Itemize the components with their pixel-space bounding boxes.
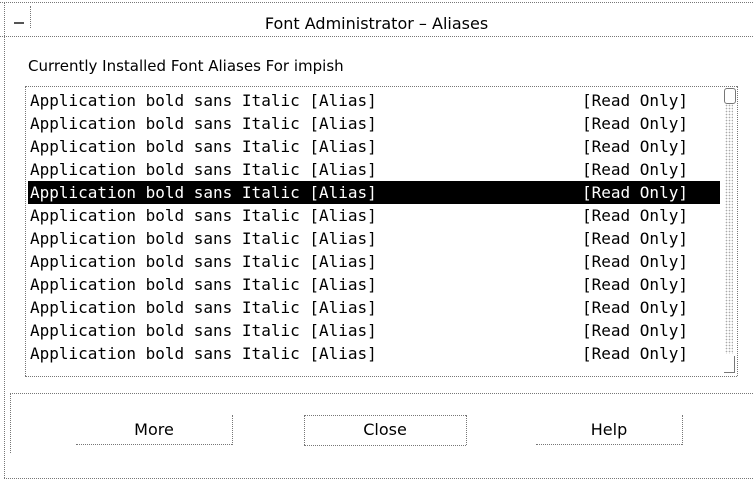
font-alias-status: [Read Only] bbox=[582, 321, 688, 340]
font-alias-row[interactable]: Application bold sans Italic [Alias] [Rea… bbox=[28, 204, 720, 227]
scrollbar-track[interactable] bbox=[725, 104, 733, 354]
font-alias-status: [Read Only] bbox=[582, 229, 688, 248]
list-label: Currently Installed Font Aliases For imp… bbox=[28, 57, 344, 75]
window-bottom-border bbox=[4, 478, 753, 479]
font-alias-row[interactable]: Application bold sans Italic [Alias] [Rea… bbox=[28, 342, 720, 365]
font-alias-status: [Read Only] bbox=[582, 298, 688, 317]
font-alias-row-selected[interactable]: Application bold sans Italic [Alias] [Rea… bbox=[28, 181, 720, 204]
font-alias-row[interactable]: Application bold sans Italic [Alias] [Rea… bbox=[28, 112, 720, 135]
help-button[interactable]: Help bbox=[536, 415, 683, 445]
font-alias-row[interactable]: Application bold sans Italic [Alias] [Rea… bbox=[28, 89, 720, 112]
font-admin-aliases-window: Font Administrator – Aliases Currently I… bbox=[0, 0, 753, 489]
font-alias-name: Application bold sans Italic [Alias] bbox=[30, 183, 377, 202]
font-alias-name: Application bold sans Italic [Alias] bbox=[30, 114, 377, 133]
font-alias-row[interactable]: Application bold sans Italic [Alias] [Rea… bbox=[28, 296, 720, 319]
window-left-border bbox=[4, 2, 5, 478]
close-button[interactable]: Close bbox=[304, 415, 467, 446]
font-alias-row[interactable]: Application bold sans Italic [Alias] [Rea… bbox=[28, 319, 720, 342]
font-alias-status: [Read Only] bbox=[582, 160, 688, 179]
button-area-left-border bbox=[10, 393, 11, 453]
scrollbar-bottom-arrow[interactable] bbox=[724, 356, 735, 373]
font-alias-status: [Read Only] bbox=[582, 91, 688, 110]
font-alias-name: Application bold sans Italic [Alias] bbox=[30, 321, 377, 340]
font-alias-row[interactable]: Application bold sans Italic [Alias] [Rea… bbox=[28, 135, 720, 158]
list-scrollbar[interactable] bbox=[722, 86, 738, 376]
font-alias-name: Application bold sans Italic [Alias] bbox=[30, 91, 377, 110]
font-alias-row[interactable]: Application bold sans Italic [Alias] [Rea… bbox=[28, 273, 720, 296]
font-alias-name: Application bold sans Italic [Alias] bbox=[30, 298, 377, 317]
font-alias-name: Application bold sans Italic [Alias] bbox=[30, 275, 377, 294]
font-alias-name: Application bold sans Italic [Alias] bbox=[30, 252, 377, 271]
font-alias-status: [Read Only] bbox=[582, 275, 688, 294]
font-alias-row[interactable]: Application bold sans Italic [Alias] [Rea… bbox=[28, 158, 720, 181]
font-alias-name: Application bold sans Italic [Alias] bbox=[30, 137, 377, 156]
window-top-border bbox=[0, 2, 753, 3]
more-button-label: More bbox=[134, 420, 174, 439]
font-alias-status: [Read Only] bbox=[582, 114, 688, 133]
font-alias-name: Application bold sans Italic [Alias] bbox=[30, 344, 377, 363]
scrollbar-top-arrow[interactable] bbox=[724, 88, 736, 104]
font-alias-status: [Read Only] bbox=[582, 252, 688, 271]
font-alias-status: [Read Only] bbox=[582, 206, 688, 225]
font-alias-name: Application bold sans Italic [Alias] bbox=[30, 160, 377, 179]
font-alias-name: Application bold sans Italic [Alias] bbox=[30, 229, 377, 248]
help-button-label: Help bbox=[590, 420, 628, 439]
font-alias-status: [Read Only] bbox=[582, 344, 688, 363]
font-alias-status: [Read Only] bbox=[582, 137, 688, 156]
window-title: Font Administrator – Aliases bbox=[264, 14, 489, 33]
more-button[interactable]: More bbox=[76, 415, 233, 445]
font-alias-row[interactable]: Application bold sans Italic [Alias] [Rea… bbox=[28, 250, 720, 273]
title-bar-divider bbox=[0, 36, 753, 37]
font-alias-row[interactable]: Application bold sans Italic [Alias] [Rea… bbox=[28, 227, 720, 250]
close-button-label: Close bbox=[363, 420, 407, 439]
button-area-divider bbox=[10, 393, 753, 394]
font-alias-status: [Read Only] bbox=[582, 183, 688, 202]
font-alias-name: Application bold sans Italic [Alias] bbox=[30, 206, 377, 225]
font-alias-rows: Application bold sans Italic [Alias] [Rea… bbox=[28, 89, 720, 365]
